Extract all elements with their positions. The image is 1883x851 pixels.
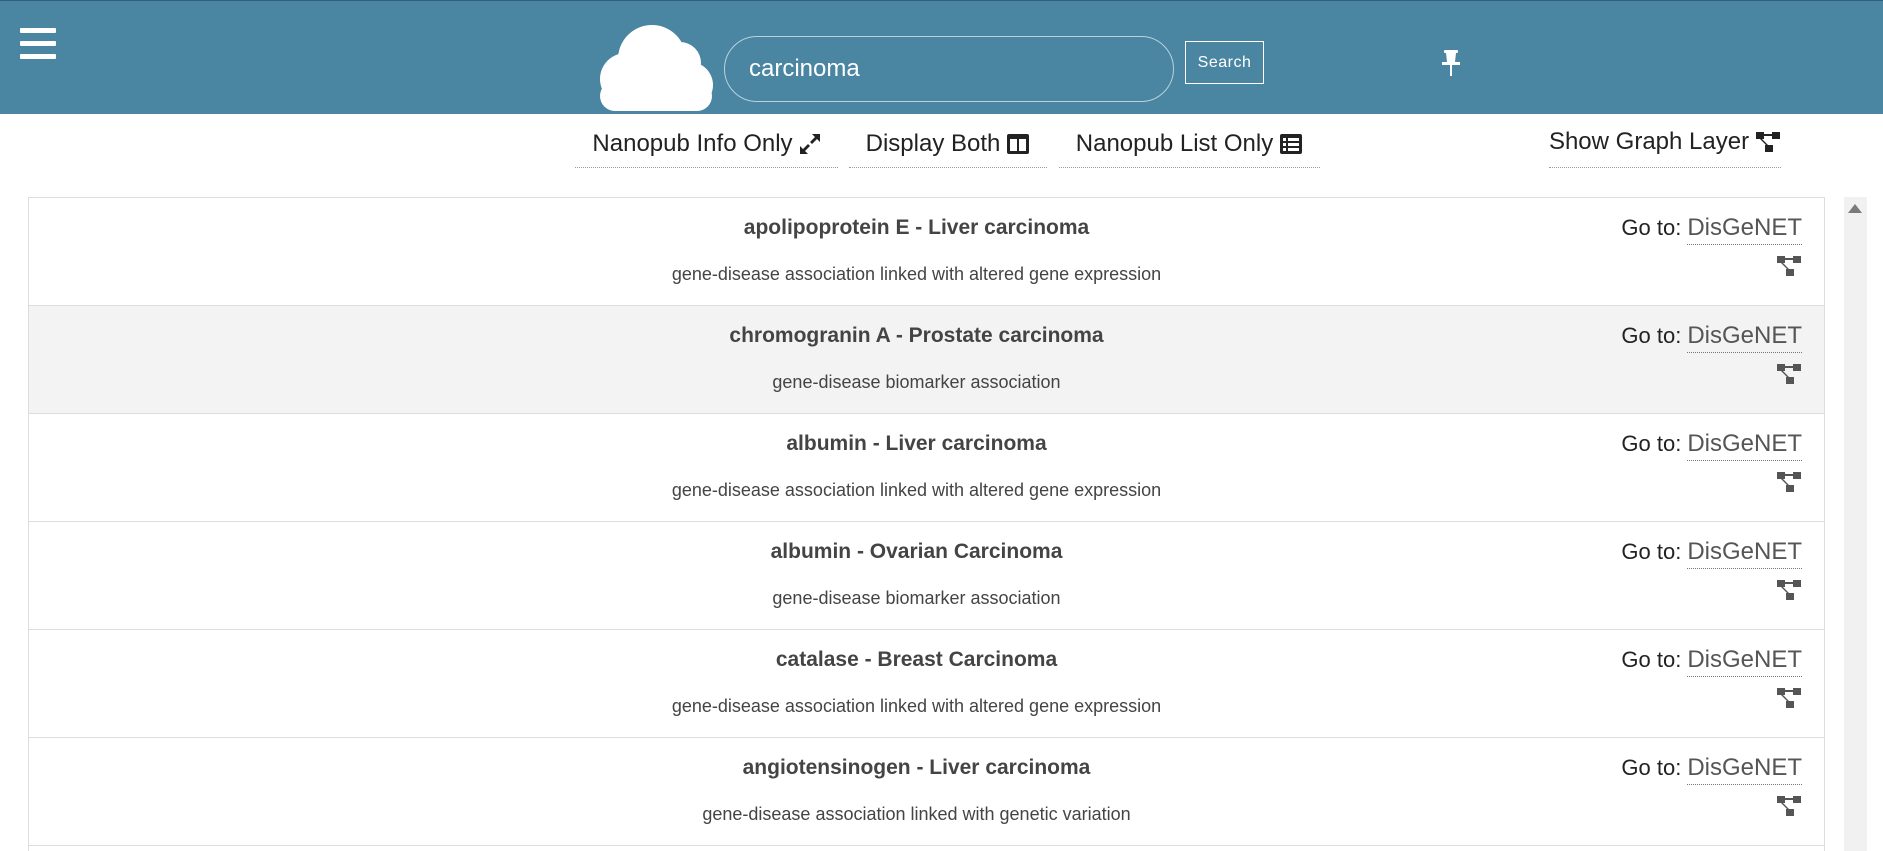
goto-label: Go to: <box>1621 539 1682 564</box>
hamburger-menu-icon[interactable] <box>20 28 56 60</box>
goto-label: Go to: <box>1621 647 1682 672</box>
result-goto: Go to: DisGeNET <box>1621 538 1802 569</box>
result-subtitle: gene-disease biomarker association <box>772 588 1061 608</box>
result-row[interactable]: catalase - Breast Carcinoma gene-disease… <box>29 630 1824 738</box>
result-row[interactable]: angiotensinogen - Liver carcinoma gene-d… <box>29 738 1824 846</box>
graph-network-icon[interactable] <box>1776 686 1802 710</box>
result-goto: Go to: DisGeNET <box>1621 646 1802 677</box>
result-goto: Go to: DisGeNET <box>1621 754 1802 785</box>
result-goto: Go to: DisGeNET <box>1621 214 1802 245</box>
header-bar: Search <box>0 0 1883 114</box>
list-icon <box>1280 133 1303 154</box>
graph-network-icon <box>1756 131 1781 152</box>
goto-label: Go to: <box>1621 431 1682 456</box>
result-subtitle: gene-disease association linked with alt… <box>671 480 1162 500</box>
result-goto: Go to: DisGeNET <box>1621 322 1802 353</box>
scroll-up-arrow-icon[interactable] <box>1848 204 1862 213</box>
result-goto: Go to: DisGeNET <box>1621 430 1802 461</box>
columns-icon <box>1007 133 1030 154</box>
nanopub-list-only-button[interactable]: Nanopub List Only <box>1059 120 1320 168</box>
graph-network-icon[interactable] <box>1776 254 1802 278</box>
scrollbar-track[interactable] <box>1844 197 1867 851</box>
expand-arrows-icon <box>799 133 820 154</box>
graph-network-icon[interactable] <box>1776 470 1802 494</box>
graph-network-icon[interactable] <box>1776 794 1802 818</box>
result-row[interactable]: chromogranin A - Prostate carcinoma gene… <box>29 306 1824 414</box>
goto-label: Go to: <box>1621 755 1682 780</box>
result-title[interactable]: angiotensinogen - Liver carcinoma <box>29 756 1804 780</box>
nanopub-info-only-button[interactable]: Nanopub Info Only <box>575 120 838 168</box>
result-row[interactable]: albumin - Ovarian Carcinoma gene-disease… <box>29 522 1824 630</box>
result-row[interactable]: albumin - Liver carcinoma gene-disease a… <box>29 414 1824 522</box>
disgenet-link[interactable]: DisGeNET <box>1687 754 1802 785</box>
result-title[interactable]: apolipoprotein E - Liver carcinoma <box>29 216 1804 240</box>
result-subtitle: gene-disease association linked with gen… <box>702 804 1131 824</box>
search-input[interactable] <box>724 36 1174 102</box>
result-title[interactable]: chromogranin A - Prostate carcinoma <box>29 324 1804 348</box>
show-graph-layer-button[interactable]: Show Graph Layer <box>1549 116 1781 168</box>
result-subtitle: gene-disease association linked with alt… <box>671 264 1162 284</box>
disgenet-link[interactable]: DisGeNET <box>1687 538 1802 569</box>
nanopub-info-only-label: Nanopub Info Only <box>592 129 793 157</box>
goto-label: Go to: <box>1621 323 1682 348</box>
result-title[interactable]: albumin - Liver carcinoma <box>29 432 1804 456</box>
show-graph-layer-label: Show Graph Layer <box>1548 127 1750 155</box>
result-subtitle: gene-disease biomarker association <box>772 372 1061 392</box>
disgenet-link[interactable]: DisGeNET <box>1687 214 1802 245</box>
app-root: Search Nanopub Info Only Display Both <box>0 0 1883 851</box>
cloud-logo-icon[interactable] <box>590 21 716 111</box>
nanopub-list-only-label: Nanopub List Only <box>1075 129 1274 157</box>
graph-network-icon[interactable] <box>1776 362 1802 386</box>
results-list: apolipoprotein E - Liver carcinoma gene-… <box>28 197 1825 851</box>
goto-label: Go to: <box>1621 215 1682 240</box>
disgenet-link[interactable]: DisGeNET <box>1687 322 1802 353</box>
result-row[interactable]: apolipoprotein E - Liver carcinoma gene-… <box>29 198 1824 306</box>
result-title[interactable]: catalase - Breast Carcinoma <box>29 648 1804 672</box>
search-button[interactable]: Search <box>1185 41 1264 84</box>
result-title[interactable]: albumin - Ovarian Carcinoma <box>29 540 1804 564</box>
pin-icon[interactable] <box>1440 49 1462 77</box>
display-both-label: Display Both <box>865 129 1001 157</box>
disgenet-link[interactable]: DisGeNET <box>1687 646 1802 677</box>
graph-network-icon[interactable] <box>1776 578 1802 602</box>
disgenet-link[interactable]: DisGeNET <box>1687 430 1802 461</box>
result-subtitle: gene-disease association linked with alt… <box>671 696 1162 716</box>
display-both-button[interactable]: Display Both <box>849 120 1047 168</box>
